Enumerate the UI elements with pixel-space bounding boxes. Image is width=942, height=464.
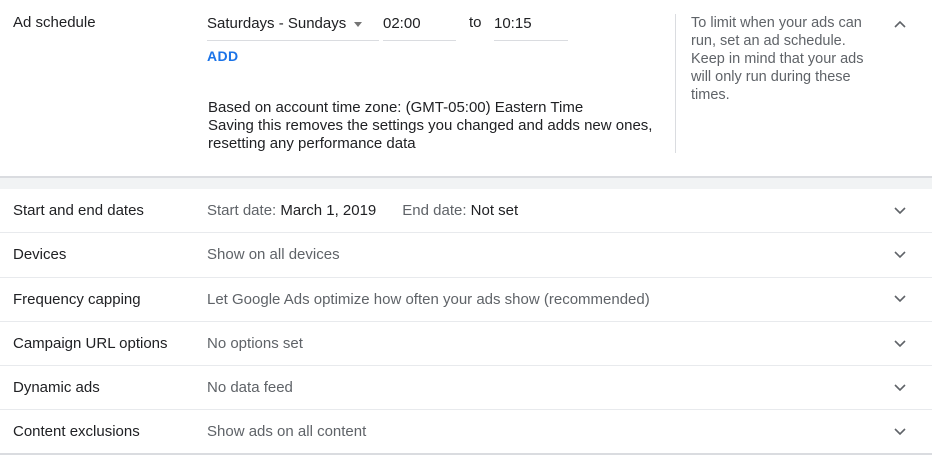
start-date-value: March 1, 2019: [280, 202, 377, 220]
settings-list: Start and end dates Start date: March 1,…: [0, 189, 932, 455]
chevron-down-icon: [894, 384, 906, 392]
expand-dynamic-ads-button[interactable]: [889, 377, 911, 399]
expand-devices-button[interactable]: [889, 244, 911, 266]
ad-schedule-section: Ad schedule Saturdays - Sundays 02:00 to…: [0, 0, 932, 176]
start-date-label: Start date:: [207, 202, 277, 220]
vertical-divider: [675, 14, 676, 153]
row-value: Show ads on all content: [207, 423, 367, 441]
row-value: Show on all devices: [207, 246, 340, 264]
end-time-input[interactable]: 10:15: [494, 6, 568, 41]
ad-schedule-title: Ad schedule: [13, 14, 96, 31]
chevron-down-icon: [894, 295, 906, 303]
end-date-label: End date:: [402, 202, 467, 220]
timezone-note: Based on account time zone: (GMT-05:00) …: [208, 99, 584, 116]
row-value: No data feed: [207, 379, 293, 397]
day-range-dropdown[interactable]: Saturdays - Sundays: [207, 6, 379, 41]
row-value: Let Google Ads optimize how often your a…: [207, 290, 650, 308]
settings-row-content-exclusions[interactable]: Content exclusions Show ads on all conte…: [0, 410, 932, 455]
start-time-value: 02:00: [383, 14, 421, 32]
to-label: to: [469, 14, 482, 31]
settings-row-start-end-dates[interactable]: Start and end dates Start date: March 1,…: [0, 189, 932, 234]
campaign-settings-page: Ad schedule Saturdays - Sundays 02:00 to…: [0, 0, 942, 464]
start-time-input[interactable]: 02:00: [383, 6, 456, 41]
end-time-value: 10:15: [494, 14, 532, 32]
row-value: No options set: [207, 335, 303, 353]
row-label: Frequency capping: [13, 290, 141, 308]
row-label: Content exclusions: [13, 423, 140, 441]
row-label: Dynamic ads: [13, 379, 100, 397]
end-date-value: Not set: [470, 202, 519, 220]
ad-schedule-help-text: To limit when your ads can run, set an a…: [691, 15, 864, 103]
expand-start-end-dates-button[interactable]: [889, 200, 911, 222]
page-margin: [932, 0, 942, 464]
row-label: Start and end dates: [13, 202, 144, 220]
row-value: Start date: March 1, 2019 End date: Not s…: [207, 189, 518, 232]
expand-frequency-capping-button[interactable]: [889, 288, 911, 310]
chevron-down-icon: [894, 428, 906, 436]
schedule-notes: Based on account time zone: (GMT-05:00) …: [208, 99, 678, 153]
chevron-up-icon: [894, 20, 906, 28]
row-label: Campaign URL options: [13, 335, 168, 353]
day-range-value: Saturdays - Sundays: [207, 14, 347, 32]
chevron-down-icon: [894, 251, 906, 259]
expand-content-exclusions-button[interactable]: [889, 421, 911, 443]
collapse-ad-schedule-button[interactable]: [889, 13, 911, 35]
settings-row-frequency-capping[interactable]: Frequency capping Let Google Ads optimiz…: [0, 278, 932, 322]
settings-row-dynamic-ads[interactable]: Dynamic ads No data feed: [0, 366, 932, 411]
expand-campaign-url-options-button[interactable]: [889, 333, 911, 355]
chevron-down-icon: [894, 339, 906, 348]
add-schedule-button[interactable]: ADD: [207, 48, 239, 64]
row-label: Devices: [13, 246, 67, 264]
warning-note: Saving this removes the settings you cha…: [208, 117, 653, 152]
settings-row-devices[interactable]: Devices Show on all devices: [0, 233, 932, 278]
section-separator: [0, 176, 932, 189]
chevron-down-icon: [894, 207, 906, 215]
dropdown-arrow-icon: [354, 21, 363, 27]
settings-row-campaign-url-options[interactable]: Campaign URL options No options set: [0, 322, 932, 367]
